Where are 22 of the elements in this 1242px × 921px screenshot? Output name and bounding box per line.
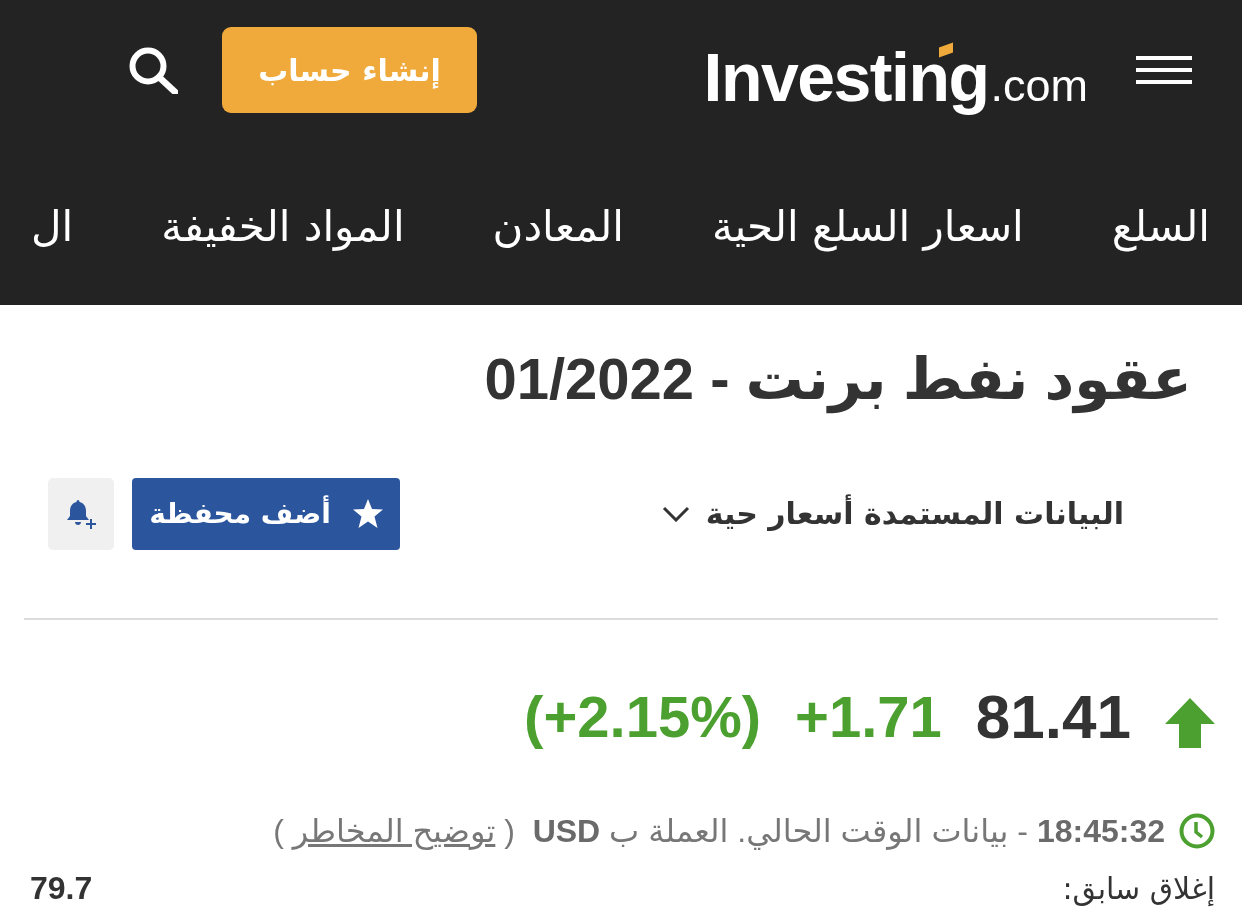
site-logo[interactable]: Investing.com: [703, 26, 1092, 120]
percent-change: (+2.15%): [524, 682, 762, 751]
star-icon: [352, 499, 383, 528]
bell-plus-icon: [66, 498, 96, 529]
nav-link[interactable]: المواد الخفيفة: [161, 202, 405, 251]
menu-icon[interactable]: [1136, 56, 1192, 84]
add-portfolio-button[interactable]: أضف محفظة: [132, 477, 400, 550]
search-icon[interactable]: [128, 46, 178, 94]
nav-link[interactable]: ال: [30, 202, 74, 251]
price-change: +1.71: [795, 682, 942, 751]
nav-link[interactable]: اسعار السلع الحية: [711, 202, 1024, 251]
chevron-down-icon: [661, 505, 690, 522]
previous-close-label: إغلاق سابق:: [1062, 870, 1215, 906]
nav-link[interactable]: السلع: [1111, 202, 1210, 251]
nav-link[interactable]: المعادن: [492, 202, 624, 251]
clock-icon: [1179, 812, 1215, 849]
data-source-dropdown[interactable]: البيانات المستمدة أسعار حية: [661, 496, 1124, 531]
instrument-title: عقود نفط برنت - 01/2022: [0, 305, 1242, 416]
previous-close-value: 79.7: [30, 869, 93, 907]
risk-link[interactable]: توضيح المخاطر: [292, 812, 496, 849]
last-price: 81.41: [975, 680, 1131, 753]
alert-button[interactable]: [48, 477, 114, 550]
